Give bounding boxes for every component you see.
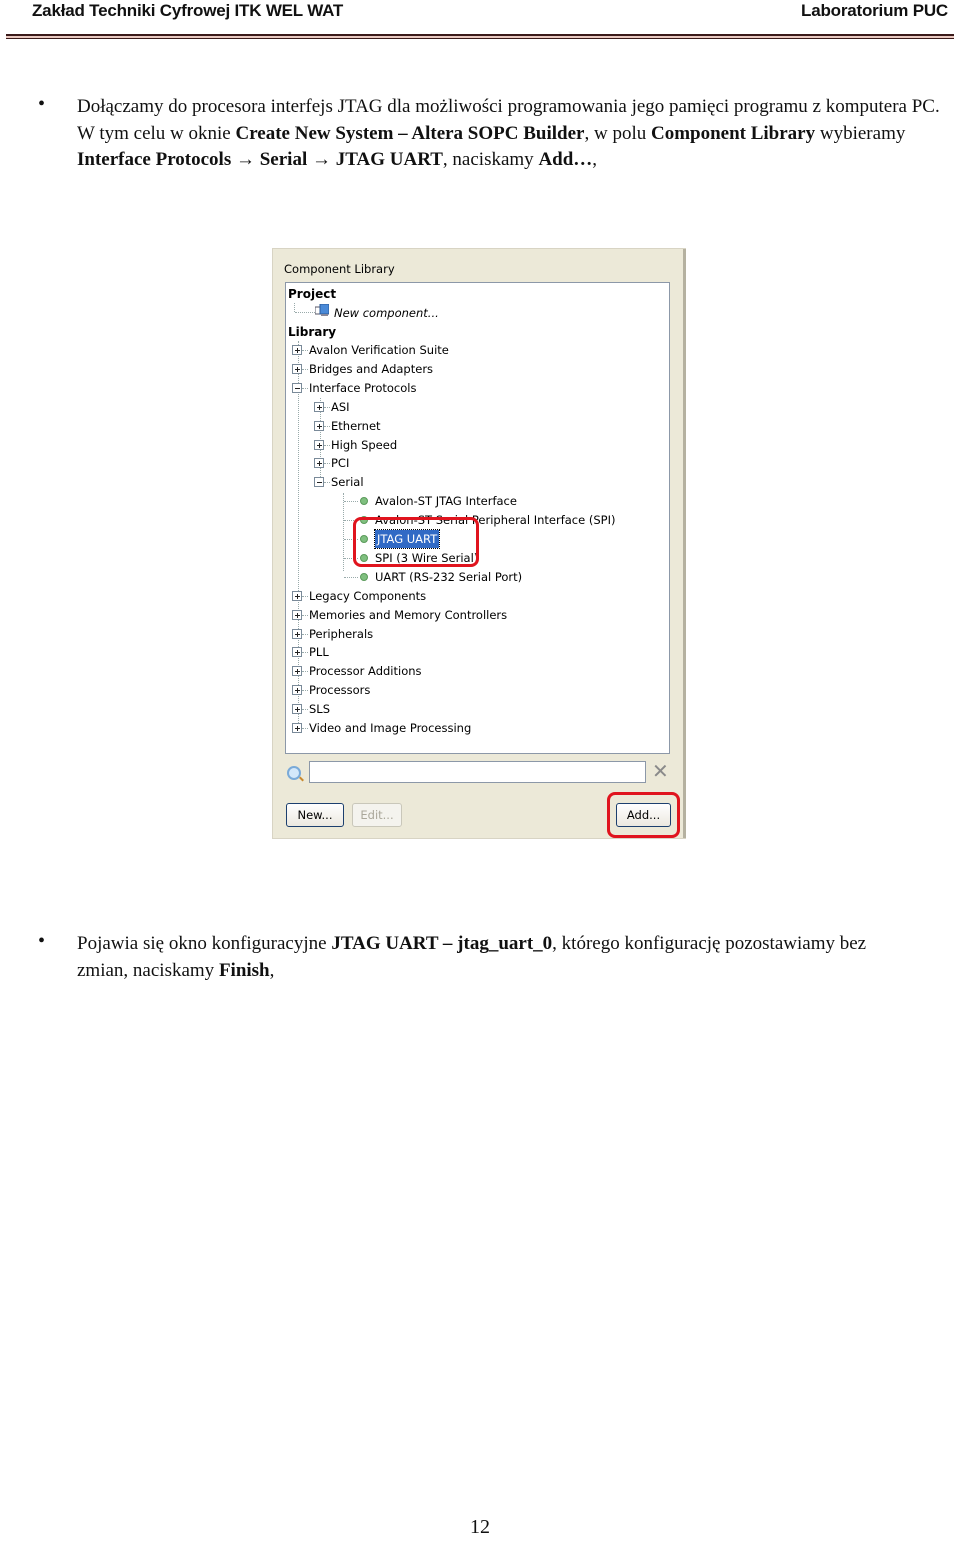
collapse-icon[interactable] bbox=[314, 477, 324, 488]
bold-term: Add… bbox=[538, 149, 593, 170]
tree-item-label: High Speed bbox=[331, 437, 398, 452]
tree-item-label: PCI bbox=[331, 456, 350, 471]
expand-icon[interactable] bbox=[292, 628, 302, 639]
new-component-item[interactable]: New component... bbox=[334, 304, 439, 322]
bold-term: Finish bbox=[218, 959, 270, 981]
tree-item-label: Processor Additions bbox=[309, 664, 422, 679]
expand-icon[interactable] bbox=[292, 647, 302, 658]
tree-item[interactable]: SLS bbox=[286, 700, 666, 718]
text-run: , bbox=[592, 149, 598, 170]
search-input[interactable] bbox=[309, 761, 646, 783]
tree-item-label: Memories and Memory Controllers bbox=[309, 607, 508, 622]
tree-item[interactable]: Legacy Components bbox=[286, 587, 666, 605]
component-library-panel: Component Library Project New component.… bbox=[272, 248, 686, 839]
component-tree[interactable]: Project New component... Library Avalon … bbox=[285, 282, 670, 754]
tree-item-label: Serial bbox=[331, 475, 364, 490]
bold-term: Interface Protocols bbox=[77, 149, 232, 170]
tree-item-label: Processors bbox=[309, 683, 371, 698]
tree-item[interactable]: Avalon-ST JTAG Interface bbox=[286, 492, 666, 510]
expand-icon[interactable] bbox=[314, 458, 324, 469]
paragraph-intro: Dołączamy do procesora interfejs JTAG dl… bbox=[77, 94, 955, 174]
tree-item-label: PLL bbox=[309, 645, 329, 660]
tree-item-label: SLS bbox=[309, 702, 331, 717]
highlight-add bbox=[607, 792, 680, 838]
expand-icon[interactable] bbox=[292, 704, 302, 715]
tree-item-label: Avalon Verification Suite bbox=[309, 343, 449, 357]
expand-icon[interactable] bbox=[292, 590, 302, 601]
bold-term: JTAG UART – jtag_uart_0 bbox=[331, 933, 553, 954]
bullet: • bbox=[38, 93, 46, 115]
text-run: Pojawia się okno konfiguracyjne bbox=[77, 933, 332, 954]
tree-item-label: Peripherals bbox=[309, 626, 374, 641]
new-button[interactable]: New... bbox=[286, 803, 344, 827]
tree-item[interactable]: ASI bbox=[286, 398, 666, 416]
tree-item[interactable]: PCI bbox=[286, 454, 666, 472]
page-number: 12 bbox=[470, 1516, 490, 1538]
text-run: , naciskamy bbox=[442, 149, 539, 170]
text-run: , bbox=[269, 959, 275, 981]
tree-item-label: Avalon-ST JTAG Interface bbox=[375, 494, 517, 509]
tree-item-label: Video and Image Processing bbox=[309, 721, 472, 735]
bold-term: Create New System – Altera SOPC Builder bbox=[235, 122, 585, 144]
tree-item[interactable]: High Speed bbox=[286, 436, 666, 454]
header-right: Laboratorium PUC bbox=[801, 1, 948, 20]
expand-icon[interactable] bbox=[292, 685, 302, 696]
tree-item[interactable]: Interface Protocols bbox=[286, 379, 666, 397]
highlight-jtag-uart bbox=[353, 517, 479, 567]
tree-item[interactable]: UART (RS-232 Serial Port) bbox=[286, 568, 666, 586]
tree-item[interactable]: Ethernet bbox=[286, 417, 666, 435]
bold-term: JTAG UART bbox=[335, 149, 443, 170]
bullet: • bbox=[38, 930, 46, 952]
bold-term: Serial bbox=[259, 149, 308, 170]
expand-icon[interactable] bbox=[314, 420, 324, 431]
tree-item[interactable]: Bridges and Adapters bbox=[286, 360, 666, 378]
header-rule bbox=[6, 34, 954, 40]
component-dot-icon bbox=[360, 497, 368, 506]
component-dot-icon bbox=[360, 572, 368, 581]
tree-item[interactable]: Serial bbox=[286, 473, 666, 491]
tree-item[interactable]: Avalon Verification Suite bbox=[286, 341, 666, 359]
expand-icon[interactable] bbox=[292, 723, 302, 733]
tree-item[interactable]: Video and Image Processing bbox=[286, 719, 666, 737]
new-component-icon bbox=[314, 303, 330, 316]
tree-item-label: UART (RS-232 Serial Port) bbox=[375, 569, 523, 584]
panel-title: Component Library bbox=[284, 262, 395, 276]
text-run: , w polu bbox=[584, 122, 651, 144]
tree-item-label: Bridges and Adapters bbox=[309, 361, 434, 376]
paragraph-config: Pojawia się okno konfiguracyjne JTAG UAR… bbox=[77, 931, 867, 984]
expand-icon[interactable] bbox=[292, 345, 302, 355]
tree-item[interactable]: Processors bbox=[286, 681, 666, 699]
tree-item[interactable]: Memories and Memory Controllers bbox=[286, 606, 666, 624]
tree-item-label: ASI bbox=[331, 399, 350, 414]
tree-section-library: Library bbox=[288, 325, 337, 339]
expand-icon[interactable] bbox=[292, 666, 302, 677]
clear-icon[interactable]: ✕ bbox=[652, 759, 669, 783]
edit-button[interactable]: Edit... bbox=[352, 803, 402, 827]
expand-icon[interactable] bbox=[292, 609, 302, 620]
tree-item-label: Interface Protocols bbox=[309, 380, 417, 395]
text-run: wybieramy bbox=[815, 122, 906, 144]
header-left: Zakład Techniki Cyfrowej ITK WEL WAT bbox=[32, 1, 344, 20]
expand-icon[interactable] bbox=[314, 401, 324, 412]
text-run: → bbox=[231, 149, 260, 170]
text-run: → bbox=[307, 149, 336, 170]
collapse-icon[interactable] bbox=[292, 382, 302, 393]
expand-icon[interactable] bbox=[292, 363, 302, 374]
panel-edge bbox=[683, 249, 686, 838]
tree-item[interactable]: PLL bbox=[286, 643, 666, 661]
expand-icon[interactable] bbox=[314, 439, 324, 450]
tree-section-project: Project bbox=[288, 287, 337, 301]
tree-item-label: Legacy Components bbox=[309, 588, 427, 603]
search-icon bbox=[287, 766, 301, 780]
tree-item[interactable]: Peripherals bbox=[286, 625, 666, 643]
tree-item[interactable]: Processor Additions bbox=[286, 662, 666, 680]
bold-term: Component Library bbox=[650, 122, 816, 144]
tree-item-label: Ethernet bbox=[331, 418, 381, 433]
